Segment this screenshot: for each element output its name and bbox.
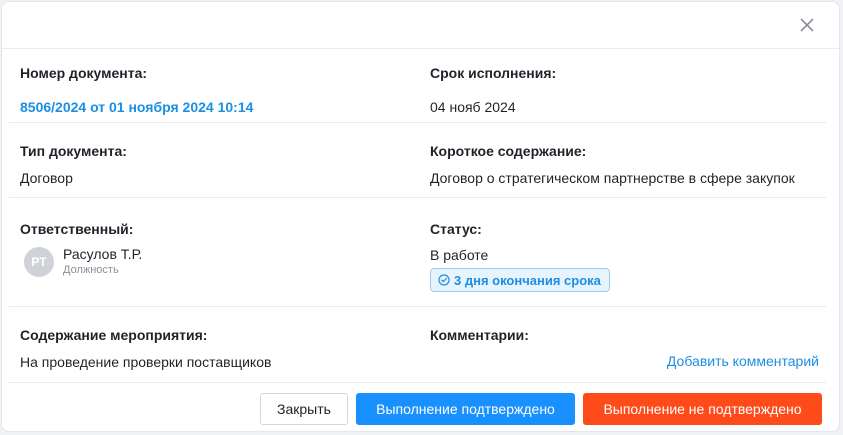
- responsible-field: Ответственный: РТ Расулов Т.Р. Должность: [20, 220, 142, 277]
- add-comment-link[interactable]: Добавить комментарий: [667, 353, 819, 369]
- doc-number-label: Номер документа:: [20, 65, 148, 81]
- due-date-field: Срок исполнения: 04 нояб 2024: [430, 64, 556, 116]
- status-field: Статус: В работе 3 дня окончания срока: [430, 220, 610, 292]
- row-divider: [9, 197, 826, 198]
- due-date-value: 04 нояб 2024: [430, 99, 516, 115]
- summary-field: Короткое содержание: Договор о стратегич…: [430, 142, 795, 187]
- status-label: Статус:: [430, 221, 482, 237]
- footer-divider: [9, 382, 826, 383]
- person-position: Должность: [63, 264, 119, 276]
- close-icon[interactable]: [797, 15, 817, 35]
- activity-field: Содержание мероприятия: На проведение пр…: [20, 326, 271, 371]
- doc-type-field: Тип документа: Договор: [20, 142, 127, 187]
- doc-number-link[interactable]: 8506/2024 от 01 ноября 2024 10:14: [20, 98, 253, 116]
- row-divider: [9, 122, 826, 123]
- reject-execution-button[interactable]: Выполнение не подтверждено: [583, 393, 822, 425]
- confirm-execution-button[interactable]: Выполнение подтверждено: [356, 393, 575, 425]
- header-divider: [2, 48, 839, 49]
- activity-value: На проведение проверки поставщиков: [20, 354, 272, 370]
- doc-type-value: Договор: [20, 170, 73, 186]
- row-divider: [9, 306, 826, 307]
- doc-number-field: Номер документа: 8506/2024 от 01 ноября …: [20, 64, 253, 116]
- status-value: В работе: [430, 247, 489, 263]
- deadline-badge: 3 дня окончания срока: [430, 268, 610, 292]
- avatar: РТ: [24, 246, 54, 277]
- due-date-label: Срок исполнения:: [430, 65, 557, 81]
- deadline-badge-text: 3 дня окончания срока: [454, 272, 601, 288]
- doc-type-label: Тип документа:: [20, 143, 127, 159]
- document-modal: Номер документа: 8506/2024 от 01 ноября …: [1, 1, 840, 432]
- comments-field: Комментарии:: [430, 326, 529, 344]
- responsible-person: РТ Расулов Т.Р. Должность: [24, 246, 142, 277]
- check-circle-icon: [438, 274, 450, 286]
- activity-label: Содержание мероприятия:: [20, 327, 208, 343]
- summary-value: Договор о стратегическом партнерстве в с…: [430, 170, 795, 186]
- summary-label: Короткое содержание:: [430, 143, 587, 159]
- person-name: Расулов Т.Р.: [63, 246, 143, 262]
- comments-label: Комментарии:: [430, 327, 529, 343]
- close-button[interactable]: Закрыть: [260, 393, 348, 425]
- responsible-label: Ответственный:: [20, 221, 134, 237]
